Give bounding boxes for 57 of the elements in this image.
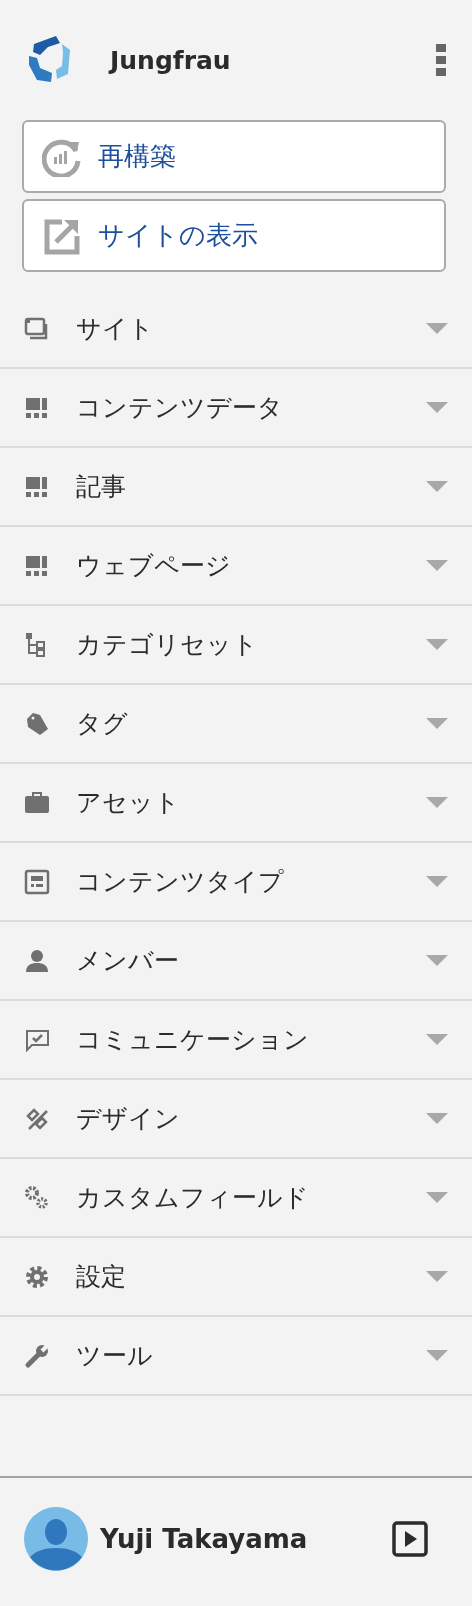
- menu-item[interactable]: 設定: [0, 1238, 472, 1317]
- windows-icon: [24, 315, 50, 342]
- menu-label: 設定: [76, 1261, 127, 1293]
- more-menu-icon[interactable]: [434, 42, 448, 78]
- menu-label: アセット: [76, 787, 181, 819]
- menu-label: サイト: [76, 313, 155, 345]
- person-icon: [24, 947, 50, 974]
- menu-label: 記事: [76, 471, 127, 503]
- caret-icon: [426, 955, 448, 966]
- briefcase-icon: [24, 789, 50, 816]
- caret-icon: [426, 876, 448, 887]
- play-icon[interactable]: [392, 1521, 428, 1557]
- menu-label: デザイン: [76, 1103, 181, 1135]
- caret-icon: [426, 481, 448, 492]
- caret-icon: [426, 402, 448, 413]
- menu-item[interactable]: コンテンツタイプ: [0, 843, 472, 922]
- menu-item[interactable]: 記事: [0, 448, 472, 527]
- menu-label: メンバー: [76, 945, 180, 977]
- caret-icon: [426, 639, 448, 650]
- caret-icon: [426, 1192, 448, 1203]
- menu-item[interactable]: ウェブページ: [0, 527, 472, 606]
- menu-item[interactable]: コンテンツデータ: [0, 369, 472, 448]
- menu-label: カスタムフィールド: [76, 1182, 310, 1214]
- menu-label: タグ: [76, 708, 129, 740]
- gears-icon: [24, 1184, 50, 1211]
- user-name: Yuji Takayama: [100, 1524, 309, 1554]
- caret-icon: [426, 1271, 448, 1282]
- menu-item[interactable]: サイト: [0, 290, 472, 369]
- caret-icon: [426, 1113, 448, 1124]
- menu-item[interactable]: デザイン: [0, 1080, 472, 1159]
- layout-icon: [24, 868, 50, 895]
- menu-label: コンテンツタイプ: [76, 866, 285, 898]
- caret-icon: [426, 1350, 448, 1361]
- action-button[interactable]: サイトの表示: [22, 199, 446, 272]
- menu-label: カテゴリセット: [76, 629, 259, 661]
- caret-icon: [426, 797, 448, 808]
- menu-item[interactable]: メンバー: [0, 922, 472, 1001]
- action-button[interactable]: 再構築: [22, 120, 446, 193]
- wrench-icon: [24, 1342, 50, 1369]
- menu-item[interactable]: カテゴリセット: [0, 606, 472, 685]
- caret-icon: [426, 718, 448, 729]
- menu-label: コミュニケーション: [76, 1024, 310, 1056]
- caret-icon: [426, 1034, 448, 1045]
- tag-icon: [24, 710, 50, 737]
- caret-icon: [426, 560, 448, 571]
- settings-icon: [24, 1263, 50, 1290]
- menu-label: ツール: [76, 1340, 154, 1372]
- menu-label: コンテンツデータ: [76, 392, 284, 424]
- caret-icon: [426, 323, 448, 334]
- menu-item[interactable]: コミュニケーション: [0, 1001, 472, 1080]
- menu-item[interactable]: カスタムフィールド: [0, 1159, 472, 1238]
- menu-label: ウェブページ: [76, 550, 232, 582]
- menu-item[interactable]: アセット: [0, 764, 472, 843]
- site-title: Jungfrau: [110, 45, 232, 75]
- menu-item[interactable]: タグ: [0, 685, 472, 764]
- avatar: [24, 1507, 88, 1571]
- menu-item[interactable]: ツール: [0, 1317, 472, 1396]
